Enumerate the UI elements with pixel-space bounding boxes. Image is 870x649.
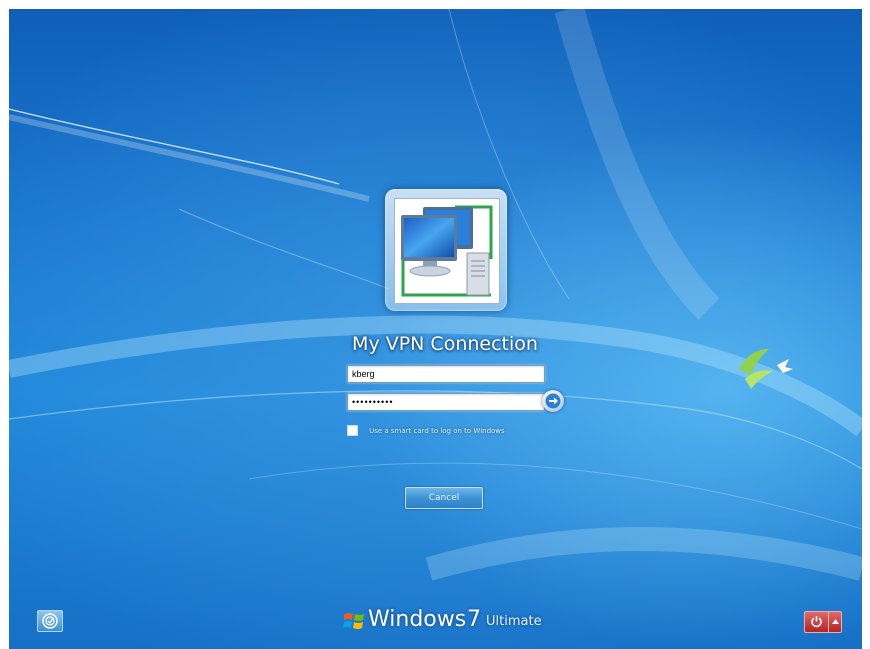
brand-edition: Ultimate (486, 614, 542, 629)
smartcard-option[interactable]: Use a smart card to log on to Windows (347, 420, 505, 436)
username-field[interactable] (347, 365, 545, 383)
power-options-button[interactable] (828, 612, 841, 632)
network-computers-icon (395, 199, 499, 303)
profile-picture (394, 198, 500, 304)
smartcard-label[interactable]: Use a smart card to log on to Windows (369, 427, 505, 435)
brand-version: 7 (467, 607, 481, 632)
profile-tile (385, 189, 507, 311)
arrow-right-icon (545, 393, 561, 409)
logon-screen: My VPN Connection Use a smart card to lo… (9, 9, 862, 649)
power-controls (804, 611, 842, 633)
windows-flag-icon (343, 613, 364, 629)
shutdown-button[interactable] (805, 612, 828, 632)
ease-of-access-button[interactable] (37, 610, 63, 632)
submit-button[interactable] (542, 390, 564, 412)
connection-title: My VPN Connection (352, 333, 538, 355)
cancel-button[interactable]: Cancel (405, 487, 483, 509)
triangle-up-icon (832, 619, 839, 624)
brand-windows: Windows (368, 607, 467, 632)
windows-branding: Windows 7 Ultimate (343, 607, 563, 637)
wallpaper-swirls (9, 9, 862, 581)
ease-of-access-icon (42, 613, 58, 629)
smartcard-checkbox[interactable] (347, 425, 358, 436)
password-field[interactable] (347, 393, 545, 411)
power-icon (811, 616, 822, 628)
